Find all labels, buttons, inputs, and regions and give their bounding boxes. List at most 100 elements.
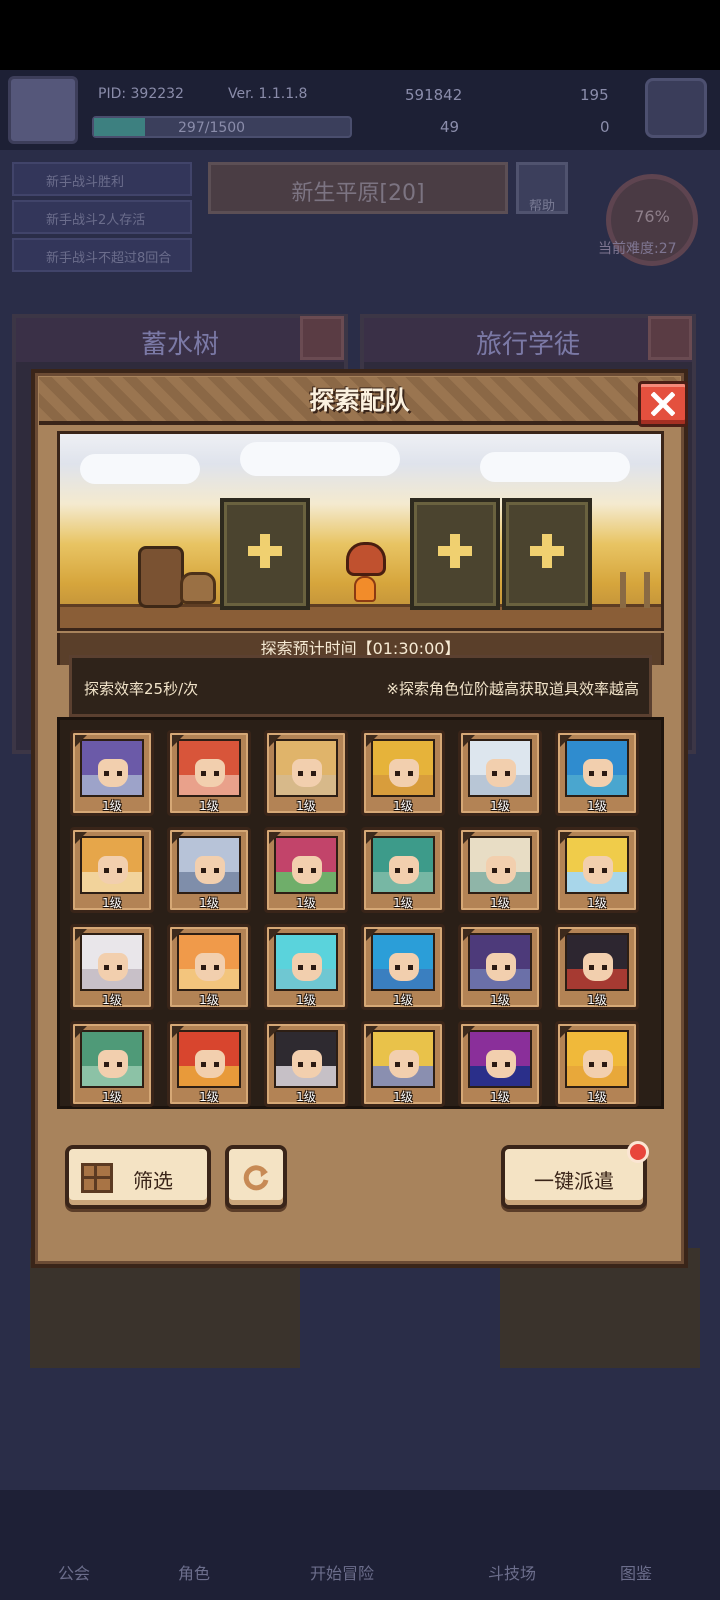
hero-portrait [274, 739, 338, 797]
plus-icon [530, 534, 564, 568]
hero-portrait [80, 1030, 144, 1088]
hero-portrait [177, 1030, 241, 1088]
quest-item[interactable]: 新手战斗胜利 [12, 162, 192, 196]
hero-level: 1级 [199, 799, 219, 813]
efficiency-text: 探索效率25秒/次 [84, 680, 199, 698]
hero-card[interactable]: 1级 [458, 730, 542, 816]
nav-start-adventure[interactable]: 开始冒险 [310, 1560, 374, 1584]
hero-card[interactable]: 1级 [70, 1021, 154, 1107]
hero-card[interactable]: 1级 [458, 924, 542, 1010]
nav-characters[interactable]: 角色 [178, 1560, 210, 1584]
notification-dot [627, 1141, 649, 1163]
hero-level: 1级 [393, 1090, 413, 1104]
hero-portrait [468, 933, 532, 991]
difficulty-label: 当前难度:27 [598, 241, 677, 257]
nav-arena[interactable]: 斗技场 [488, 1560, 536, 1584]
explore-team-dialog: 探索配队 探索预计时间【01:30:00】 探索效率25秒/次 ※探索角色位阶越… [31, 369, 688, 1268]
team-slot-1[interactable] [220, 498, 310, 610]
hero-level: 1级 [102, 993, 122, 1007]
hero-card[interactable]: 1级 [70, 730, 154, 816]
hero-portrait [80, 836, 144, 894]
efficiency-info: 探索效率25秒/次 ※探索角色位阶越高获取道具效率越高 [69, 655, 652, 717]
hero-card[interactable]: 1级 [264, 827, 348, 913]
bg-panel-right-close-icon[interactable] [648, 316, 692, 360]
bg-panel-right-title: 旅行学徒 [364, 318, 692, 362]
team-slot-3[interactable] [502, 498, 592, 610]
hero-card[interactable]: 1级 [458, 1021, 542, 1107]
hero-level: 1级 [393, 993, 413, 1007]
campfire-icon [338, 542, 392, 604]
hero-portrait [371, 739, 435, 797]
gem-amount: 195 [580, 86, 609, 104]
hero-level: 1级 [490, 993, 510, 1007]
hero-portrait [468, 836, 532, 894]
refresh-button[interactable] [225, 1145, 287, 1209]
hero-portrait [274, 1030, 338, 1088]
xp-text: 297/1500 [178, 120, 246, 136]
hero-level: 1级 [296, 1090, 316, 1104]
hero-level: 1级 [587, 993, 607, 1007]
fence [620, 572, 650, 608]
hero-portrait [565, 1030, 629, 1088]
hero-card[interactable]: 1级 [361, 924, 445, 1010]
hero-card[interactable]: 1级 [361, 827, 445, 913]
hero-card[interactable]: 1级 [167, 730, 251, 816]
hero-level: 1级 [296, 896, 316, 910]
close-button[interactable] [638, 381, 688, 427]
bg-panel-left-close-icon[interactable] [300, 316, 344, 360]
hero-card[interactable]: 1级 [361, 730, 445, 816]
gold-amount: 591842 [405, 86, 463, 104]
hero-portrait [274, 933, 338, 991]
hero-portrait [371, 1030, 435, 1088]
hero-portrait [177, 933, 241, 991]
quest-item[interactable]: 新手战斗不超过8回合 [12, 238, 192, 272]
clover-amount: 49 [440, 118, 460, 136]
avatar[interactable] [8, 76, 78, 144]
plus-icon [438, 534, 472, 568]
hero-card[interactable]: 1级 [264, 924, 348, 1010]
hero-card[interactable]: 1级 [361, 1021, 445, 1107]
hero-portrait [468, 739, 532, 797]
hero-card[interactable]: 1级 [167, 924, 251, 1010]
hero-card[interactable]: 1级 [167, 827, 251, 913]
hero-card[interactable]: 1级 [555, 827, 639, 913]
nav-guild[interactable]: 公会 [58, 1560, 90, 1584]
settings-gear-icon[interactable] [645, 78, 707, 138]
hero-level: 1级 [490, 1090, 510, 1104]
hero-card[interactable]: 1级 [458, 827, 542, 913]
hero-level: 1级 [199, 993, 219, 1007]
hero-level: 1级 [393, 896, 413, 910]
stage-name[interactable]: 新生平原[20] [208, 162, 508, 214]
auto-dispatch-button[interactable]: 一键派遣 [501, 1145, 647, 1209]
hero-level: 1级 [199, 896, 219, 910]
plus-icon [248, 534, 282, 568]
grid-icon [81, 1163, 113, 1193]
filter-label: 筛选 [133, 1169, 173, 1193]
hero-card[interactable]: 1级 [70, 827, 154, 913]
hero-level: 1级 [393, 799, 413, 813]
hero-card[interactable]: 1级 [555, 730, 639, 816]
hero-card[interactable]: 1级 [70, 924, 154, 1010]
close-icon [651, 392, 675, 416]
hero-level: 1级 [102, 799, 122, 813]
hero-card[interactable]: 1级 [555, 924, 639, 1010]
xp-bar-fill [94, 118, 145, 136]
hero-portrait [565, 933, 629, 991]
hero-grid: 1级 1级 1级 1级 1级 1级 1级 1级 1级 1级 1级 1级 1级 1级 1级 1级 1级 1级 1级 1级… [57, 717, 664, 1109]
quest-item[interactable]: 新手战斗2人存活 [12, 200, 192, 234]
hero-level: 1级 [587, 1090, 607, 1104]
hero-portrait [274, 836, 338, 894]
nav-codex[interactable]: 图鉴 [620, 1560, 652, 1584]
hero-card[interactable]: 1级 [167, 1021, 251, 1107]
hero-level: 1级 [490, 896, 510, 910]
hero-card[interactable]: 1级 [555, 1021, 639, 1107]
top-bar [0, 70, 720, 150]
hero-portrait [565, 739, 629, 797]
hero-card[interactable]: 1级 [264, 1021, 348, 1107]
hero-card[interactable]: 1级 [264, 730, 348, 816]
help-button[interactable]: 帮助 [516, 162, 568, 214]
auto-dispatch-label: 一键派遣 [534, 1169, 614, 1193]
filter-button[interactable]: 筛选 [65, 1145, 211, 1209]
version: Ver. 1.1.1.8 [228, 86, 308, 102]
team-slot-2[interactable] [410, 498, 500, 610]
